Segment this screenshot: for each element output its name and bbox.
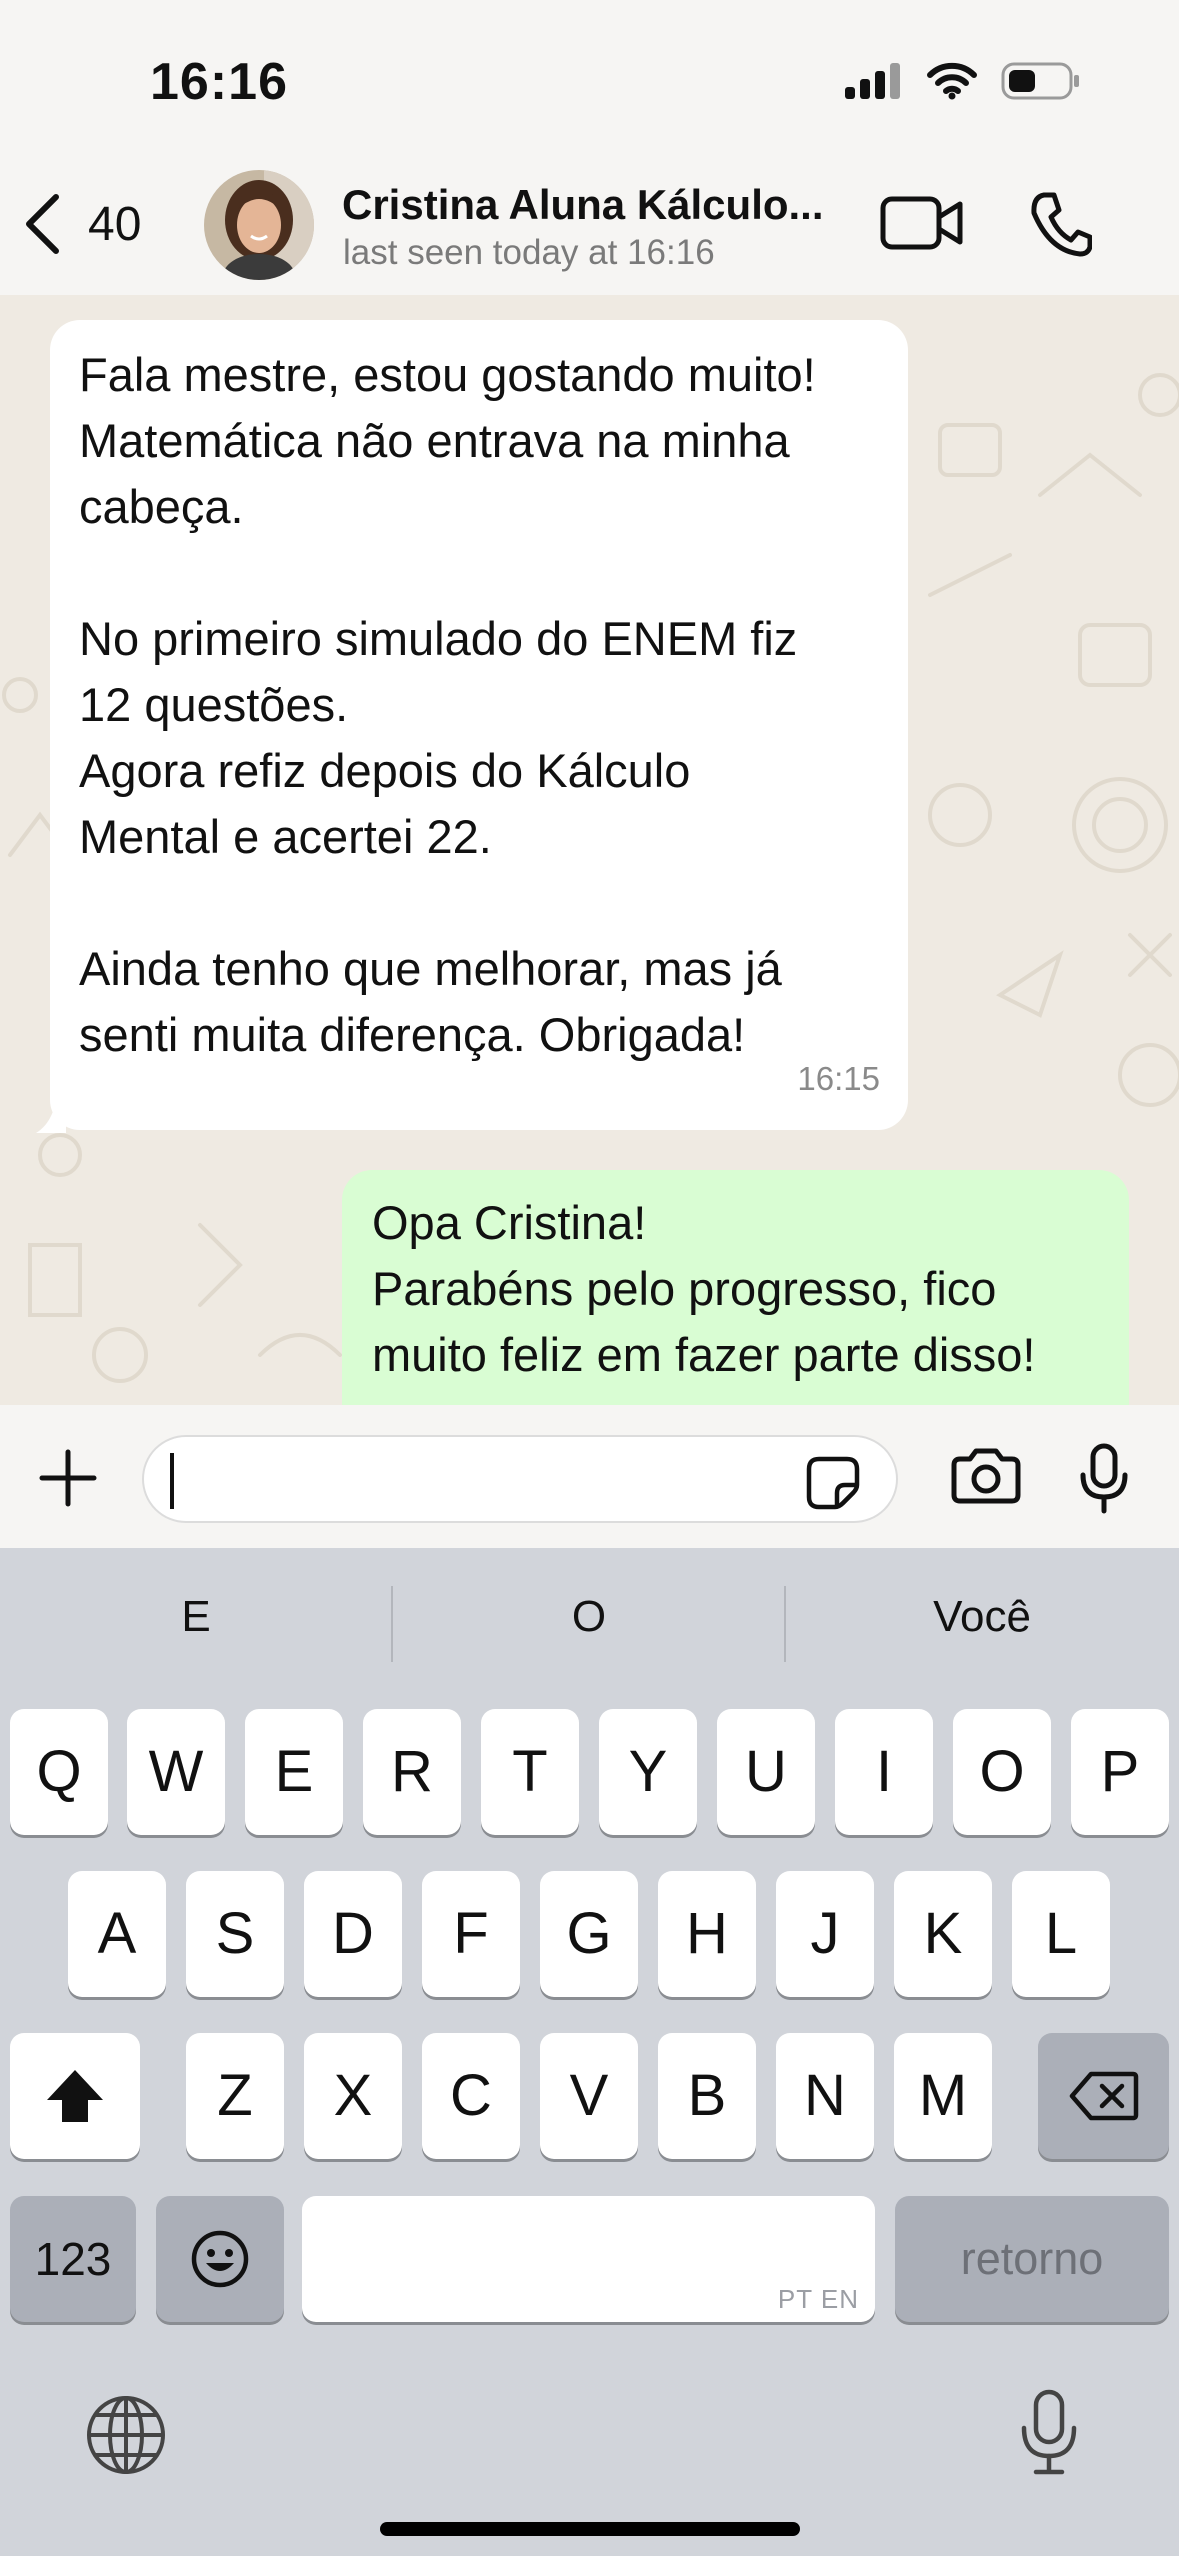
phone-icon [1031, 192, 1093, 257]
microphone-icon [1021, 2389, 1077, 2475]
key-i[interactable]: I [835, 1709, 933, 1835]
globe-icon [87, 2396, 165, 2474]
chevron-left-icon [26, 194, 59, 254]
key-c[interactable]: C [422, 2033, 520, 2159]
attach-button[interactable] [38, 1448, 98, 1513]
return-key[interactable]: retorno [895, 2196, 1169, 2322]
key-p[interactable]: P [1071, 1709, 1169, 1835]
chat-header: 40 Cristina Aluna Kálculo... last seen t… [0, 165, 1179, 295]
key-j[interactable]: J [776, 1871, 874, 1997]
key-w[interactable]: W [127, 1709, 225, 1835]
status-bar: 16:16 [0, 0, 1179, 165]
key-s[interactable]: S [186, 1871, 284, 1997]
key-z[interactable]: Z [186, 2033, 284, 2159]
status-icons [845, 62, 1081, 100]
text-caret [170, 1453, 174, 1509]
key-n[interactable]: N [776, 2033, 874, 2159]
outgoing-message-bubble[interactable]: Opa Cristina! Parabéns pelo progresso, f… [342, 1170, 1129, 1405]
message-text: Opa Cristina! Parabéns pelo progresso, f… [372, 1196, 1036, 1381]
last-seen-status: last seen today at 16:16 [343, 233, 715, 272]
bubble-tail [36, 1085, 66, 1133]
suggestion-3[interactable]: Você [786, 1580, 1178, 1654]
key-t[interactable]: T [481, 1709, 579, 1835]
camera-button[interactable] [950, 1447, 1022, 1510]
microphone-icon [1080, 1443, 1128, 1514]
shift-key[interactable] [10, 2033, 140, 2159]
key-b[interactable]: B [658, 2033, 756, 2159]
key-q[interactable]: Q [10, 1709, 108, 1835]
key-a[interactable]: A [68, 1871, 166, 1997]
suggestion-2[interactable]: O [393, 1580, 785, 1654]
key-g[interactable]: G [540, 1871, 638, 1997]
cellular-signal-icon [845, 63, 900, 99]
voice-message-button[interactable] [1078, 1443, 1130, 1520]
video-call-button[interactable] [880, 195, 964, 256]
camera-icon [951, 1448, 1021, 1504]
key-u[interactable]: U [717, 1709, 815, 1835]
wifi-icon [927, 62, 977, 100]
voice-call-button[interactable] [1030, 191, 1093, 262]
dictation-button[interactable] [1018, 2388, 1080, 2483]
chat-area[interactable]: Fala mestre, estou gostando muito! Matem… [0, 295, 1179, 1405]
key-d[interactable]: D [304, 1871, 402, 1997]
space-key[interactable]: PT EN [302, 2196, 875, 2322]
key-x[interactable]: X [304, 2033, 402, 2159]
key-e[interactable]: E [245, 1709, 343, 1835]
key-h[interactable]: H [658, 1871, 756, 1997]
back-button[interactable]: 40 [22, 193, 141, 255]
contact-avatar[interactable] [204, 170, 314, 280]
message-timestamp: 16:15 [797, 1060, 880, 1097]
key-y[interactable]: Y [599, 1709, 697, 1835]
plus-icon [39, 1449, 97, 1507]
incoming-message-bubble[interactable]: Fala mestre, estou gostando muito! Matem… [50, 320, 908, 1130]
message-input-bar [0, 1405, 1179, 1548]
key-l[interactable]: L [1012, 1871, 1110, 1997]
keyboard-switch-button[interactable] [84, 2393, 168, 2482]
key-v[interactable]: V [540, 2033, 638, 2159]
battery-icon [1001, 62, 1079, 100]
backspace-icon [1069, 2071, 1138, 2121]
sticker-button[interactable] [805, 1455, 861, 1516]
key-r[interactable]: R [363, 1709, 461, 1835]
home-indicator[interactable] [380, 2522, 800, 2536]
unread-count: 40 [88, 197, 142, 251]
message-input[interactable] [142, 1435, 898, 1523]
keyboard: E O Você Q W E R T Y U I O P A S D F G H… [0, 1548, 1179, 2556]
contact-name[interactable]: Cristina Aluna Kálculo... [342, 181, 824, 229]
message-text: Fala mestre, estou gostando muito! Matem… [79, 348, 816, 1061]
sticker-icon [806, 1456, 860, 1510]
numbers-key[interactable]: 123 [10, 2196, 136, 2322]
key-f[interactable]: F [422, 1871, 520, 1997]
backspace-key[interactable] [1038, 2033, 1169, 2159]
emoji-key[interactable] [156, 2196, 284, 2322]
status-time: 16:16 [150, 53, 288, 111]
space-language-label: PT EN [777, 2284, 859, 2314]
key-o[interactable]: O [953, 1709, 1051, 1835]
shift-icon [47, 2070, 103, 2122]
emoji-icon [191, 2230, 249, 2288]
video-camera-icon [880, 196, 963, 250]
key-k[interactable]: K [894, 1871, 992, 1997]
key-m[interactable]: M [894, 2033, 992, 2159]
suggestion-1[interactable]: E [0, 1580, 392, 1654]
